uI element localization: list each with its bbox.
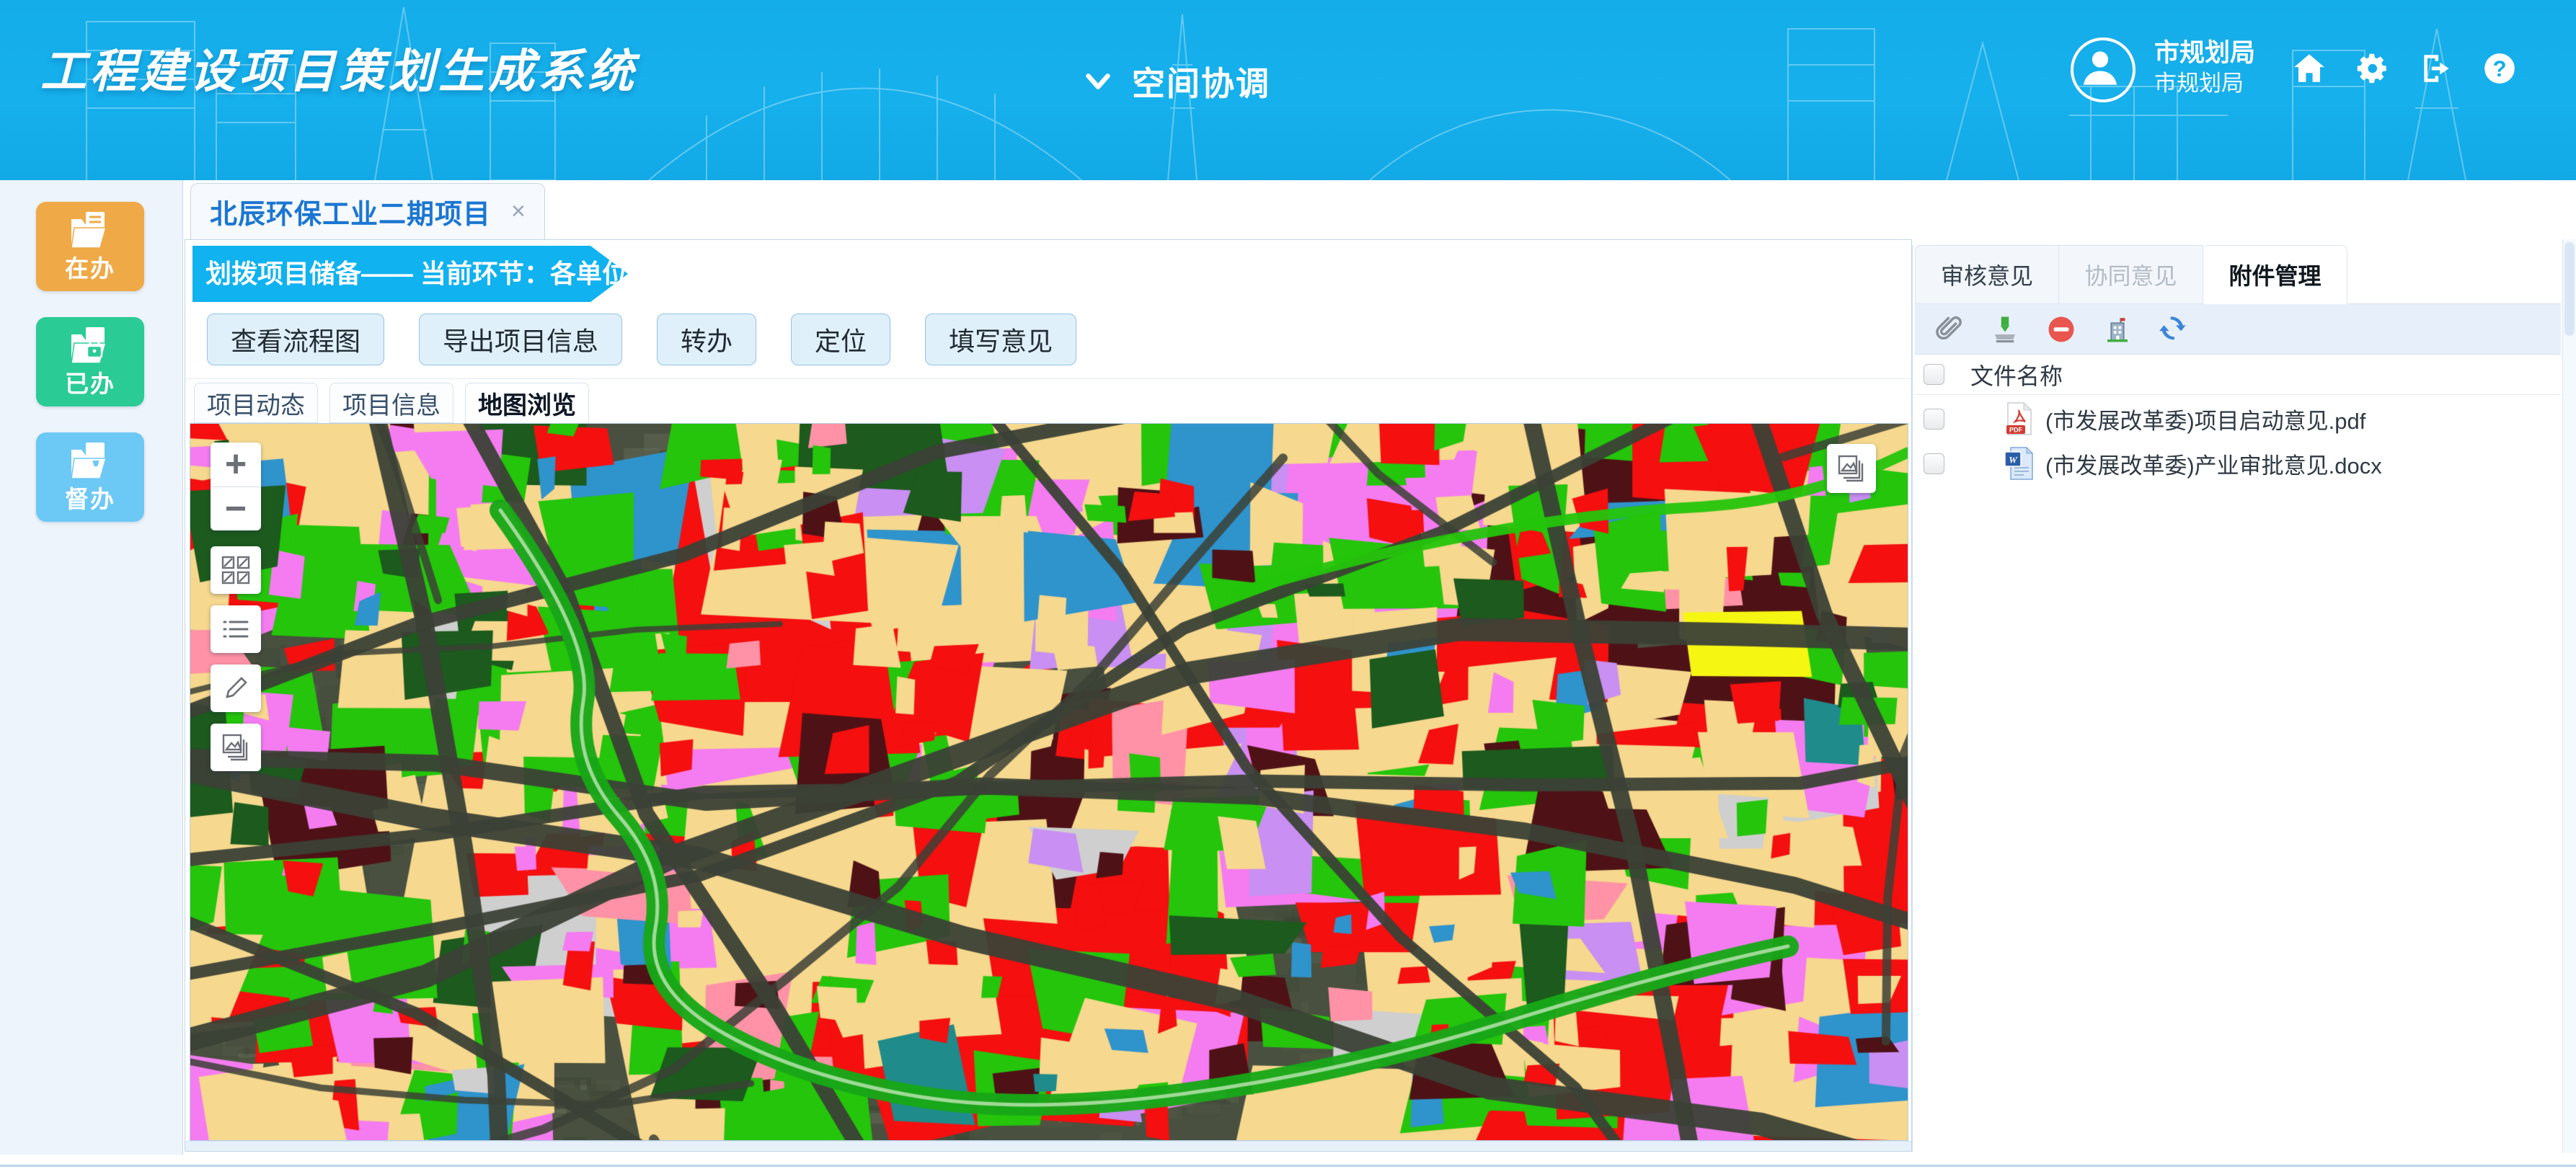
workflow-breadcrumb: 划拨项目储备—— 当前环节：各单位意见 [192, 246, 628, 302]
sidebar-item-label: 已办 [65, 365, 115, 399]
logout-icon[interactable] [2418, 50, 2454, 86]
layer-list-button[interactable] [211, 605, 261, 653]
file-row[interactable]: W (市发展改革委)产业审批意见.docx [1915, 441, 2561, 486]
pencil-icon [220, 672, 252, 704]
file-row[interactable]: PDF (市发展改革委)项目启动意见.pdf [1915, 396, 2561, 441]
project-tab-label: 北辰环保工业二期项目 [210, 192, 491, 231]
column-header-filename: 文件名称 [1970, 358, 2063, 391]
sidebar-item-yiban[interactable]: 已办 [36, 317, 144, 406]
gear-icon[interactable] [2355, 50, 2391, 86]
svg-text:?: ? [2492, 56, 2506, 81]
map-gallery-button[interactable] [211, 724, 261, 771]
user-icon [2073, 40, 2127, 94]
draw-button[interactable] [211, 664, 261, 712]
user-area[interactable]: 市规划局 市规划局 [2071, 37, 2255, 102]
sidebar-item-duban[interactable]: 督办 [36, 432, 144, 522]
organization-icon[interactable] [2102, 314, 2133, 345]
zoom-in-button[interactable]: + [211, 443, 261, 487]
user-texts: 市规划局 市规划局 [2154, 37, 2255, 98]
home-icon[interactable] [2291, 50, 2327, 86]
transfer-button[interactable]: 转办 [657, 314, 756, 365]
pdf-file-icon: PDF [2004, 401, 2034, 436]
app-title: 工程建设项目策划生成系统 [40, 35, 637, 101]
file-list-header: 文件名称 [1915, 355, 2561, 395]
folder-lock-icon [67, 324, 113, 369]
action-toolbar: 查看流程图 导出项目信息 转办 定位 填写意见 [207, 314, 1076, 365]
folder-pin-icon [67, 440, 113, 484]
sidebar-item-zaiban[interactable]: 在办 [36, 202, 144, 291]
basemap-switcher-button[interactable] [1827, 444, 1876, 493]
tab-attachment-management[interactable]: 附件管理 [2203, 245, 2347, 304]
layers-icon [219, 731, 252, 764]
user-name: 市规划局 [2154, 37, 2255, 69]
view-flowchart-button[interactable]: 查看流程图 [207, 314, 384, 365]
tab-map-browse[interactable]: 地图浏览 [465, 383, 589, 423]
remove-icon[interactable] [2046, 314, 2076, 345]
locate-button[interactable]: 定位 [791, 314, 890, 365]
basemap-icon [1835, 452, 1868, 485]
file-checkbox[interactable] [1924, 453, 1944, 474]
attachment-toolbar [1915, 304, 2561, 355]
file-name[interactable]: (市发展改革委)项目启动意见.pdf [2045, 403, 2365, 435]
module-switcher-label: 空间协调 [1132, 58, 1270, 105]
main-content: 划拨项目储备—— 当前环节：各单位意见 查看流程图 导出项目信息 转办 定位 填… [185, 239, 1912, 1152]
project-tabbar: 北辰环保工业二期项目 × [185, 182, 2564, 239]
panel-divider [1912, 245, 1913, 1152]
folder-doc-icon [67, 209, 113, 254]
map-viewport[interactable]: + − [190, 423, 1908, 1141]
map-zoom-control: + − [211, 443, 261, 530]
tab-collab-opinions[interactable]: 协同意见 [2059, 245, 2203, 304]
sidebar-item-label: 督办 [65, 480, 115, 515]
header-icons: ? [2291, 50, 2518, 86]
export-project-info-button[interactable]: 导出项目信息 [419, 314, 622, 365]
page-bottom-border [0, 1165, 2576, 1167]
scrollbar-thumb[interactable] [2564, 242, 2575, 336]
user-org: 市规划局 [2154, 69, 2255, 98]
split-view-button[interactable] [211, 546, 261, 594]
horizontal-scrollbar[interactable] [185, 1141, 1911, 1151]
svg-text:PDF: PDF [2009, 427, 2023, 434]
list-icon [220, 613, 252, 645]
refresh-icon[interactable] [2159, 314, 2189, 345]
help-icon[interactable]: ? [2482, 50, 2518, 86]
tab-review-opinions[interactable]: 审核意见 [1915, 245, 2059, 304]
zoom-out-button[interactable]: − [211, 487, 261, 531]
sidebar-item-label: 在办 [65, 249, 115, 284]
chevron-down-icon [1081, 65, 1115, 98]
download-icon[interactable] [1990, 314, 2020, 345]
app-header: 工程建设项目策划生成系统 空间协调 市规划局 市规划局 [0, 0, 2576, 180]
right-panel: 审核意见 协同意见 附件管理 文件名称 [1915, 245, 2561, 1152]
divider [185, 378, 1911, 379]
content-subtabs: 项目动态 项目信息 地图浏览 [194, 383, 589, 424]
tab-project-info[interactable]: 项目信息 [329, 383, 453, 423]
right-panel-tabs: 审核意见 协同意见 附件管理 [1915, 245, 2561, 304]
select-all-checkbox[interactable] [1924, 364, 1944, 385]
quad-map-icon [220, 554, 252, 586]
tab-project-dynamics[interactable]: 项目动态 [194, 383, 318, 423]
vertical-scrollbar[interactable] [2562, 239, 2576, 1153]
file-name[interactable]: (市发展改革委)产业审批意见.docx [2045, 448, 2382, 480]
project-tab[interactable]: 北辰环保工业二期项目 × [190, 183, 545, 239]
fill-opinion-button[interactable]: 填写意见 [925, 314, 1076, 365]
close-icon[interactable]: × [511, 197, 526, 226]
file-checkbox[interactable] [1924, 409, 1944, 430]
avatar[interactable] [2071, 37, 2135, 102]
map-canvas[interactable] [190, 424, 1908, 1140]
module-switcher[interactable]: 空间协调 [1081, 58, 1270, 105]
svg-text:W: W [2009, 455, 2018, 466]
docx-file-icon: W [2004, 446, 2034, 481]
sidebar: 在办 已办 督办 [0, 180, 183, 1155]
attach-icon[interactable] [1934, 314, 1964, 345]
